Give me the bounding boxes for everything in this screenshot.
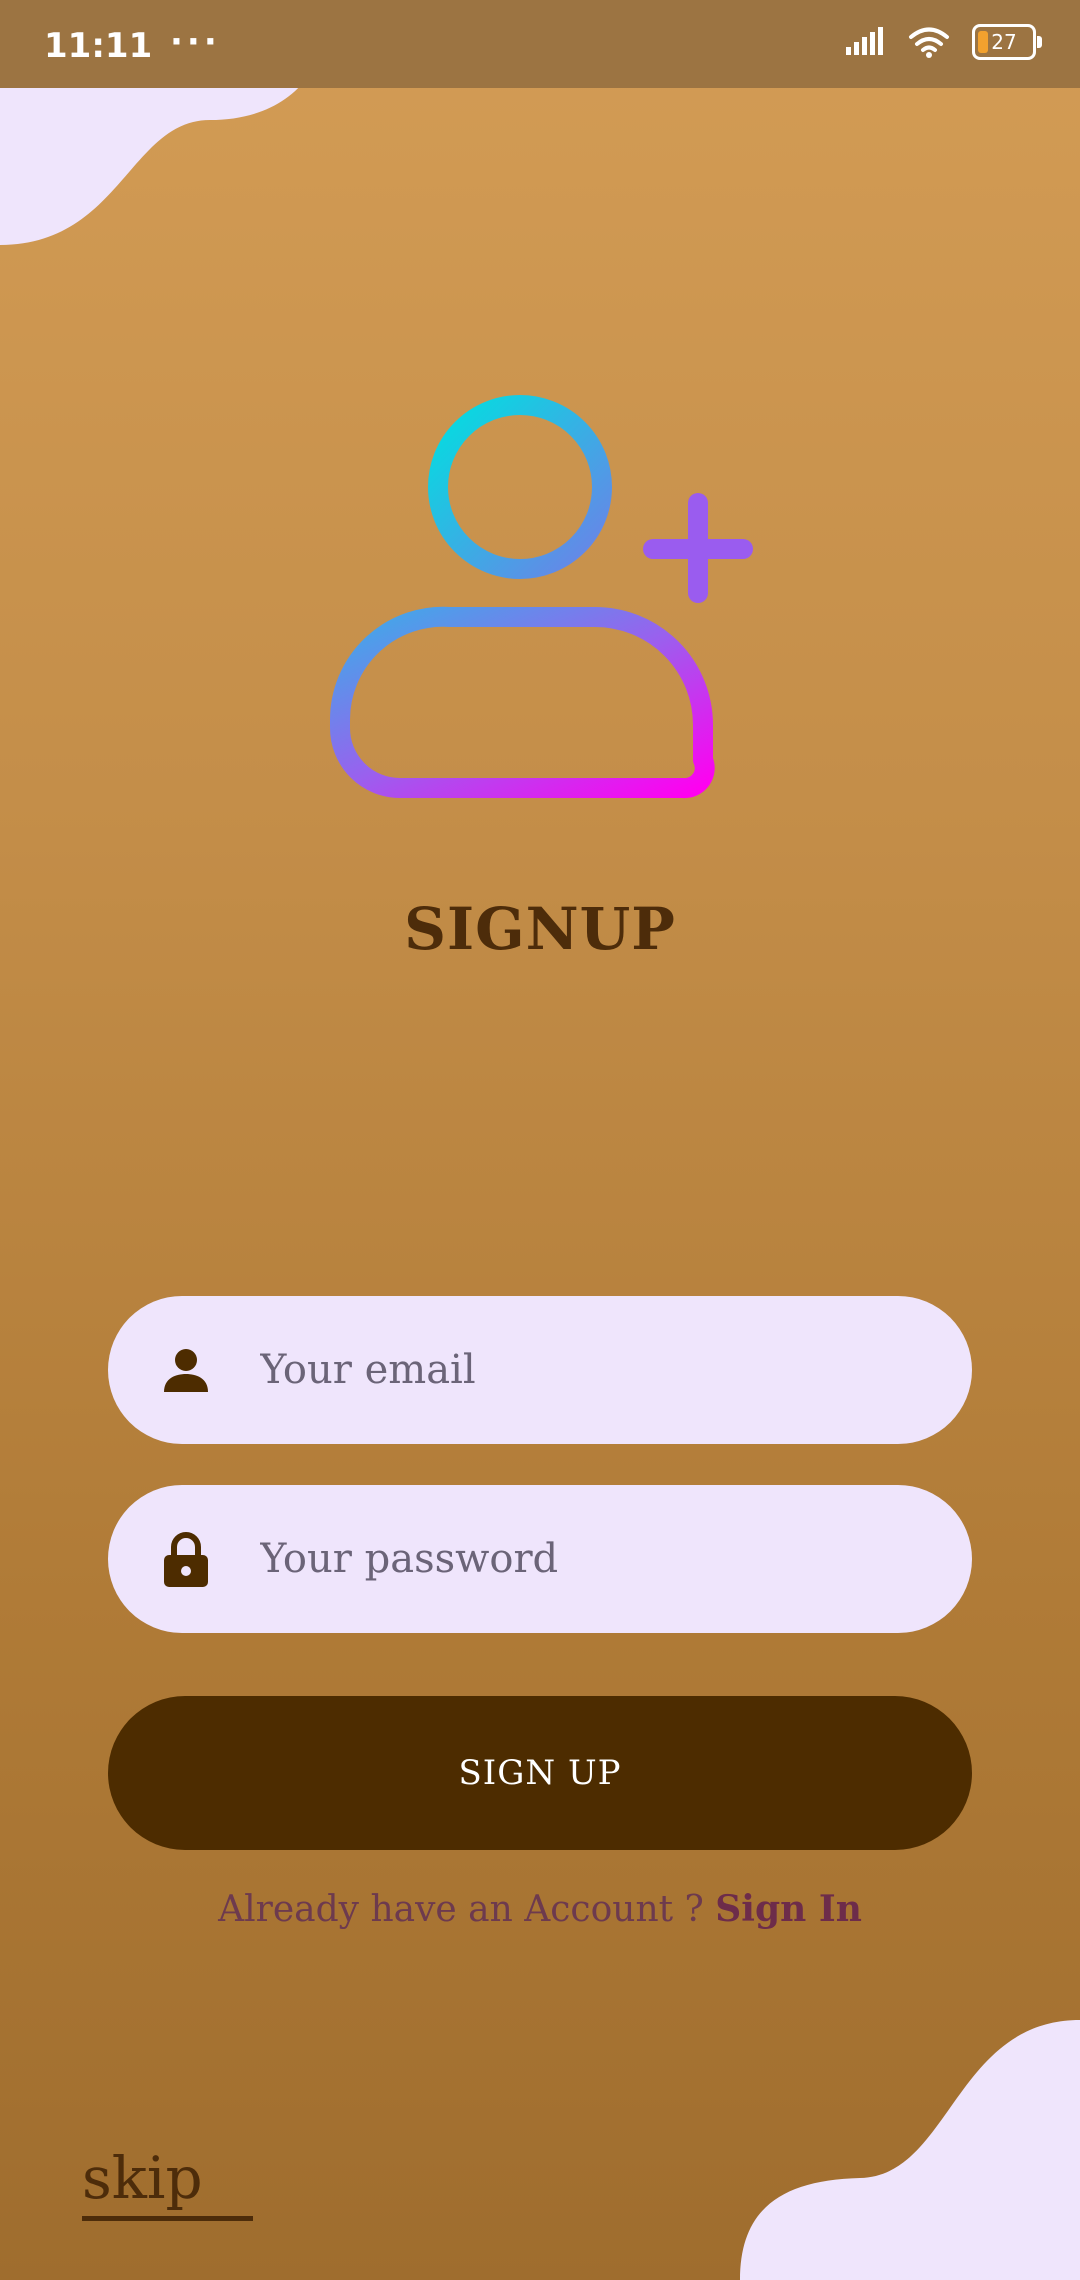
signal-icon <box>846 27 883 55</box>
decorative-blob-bottom <box>740 2020 1080 2280</box>
sign-up-button[interactable]: SIGN UP <box>108 1696 972 1850</box>
page-title: SIGNUP <box>404 895 676 963</box>
wifi-icon <box>909 27 949 58</box>
status-bar: 11:11 ··· 27 <box>0 0 1080 88</box>
password-input[interactable] <box>258 1535 972 1583</box>
notification-dots: ··· <box>170 22 221 62</box>
email-field[interactable] <box>108 1296 972 1444</box>
status-time: 11:11 <box>44 26 153 66</box>
account-prompt-row: Already have an Account ? Sign In <box>0 1888 1080 1930</box>
lock-icon <box>158 1531 214 1587</box>
skip-link[interactable]: skip <box>82 2140 253 2221</box>
add-user-icon <box>329 395 753 799</box>
person-icon <box>158 1342 214 1398</box>
sign-in-link[interactable]: Sign In <box>715 1888 862 1930</box>
battery-level: 27 <box>991 30 1017 54</box>
email-input[interactable] <box>258 1346 972 1394</box>
account-prompt-text: Already have an Account ? <box>218 1889 716 1930</box>
status-icons: 27 <box>846 24 1042 60</box>
password-field[interactable] <box>108 1485 972 1633</box>
battery-icon: 27 <box>972 24 1042 60</box>
